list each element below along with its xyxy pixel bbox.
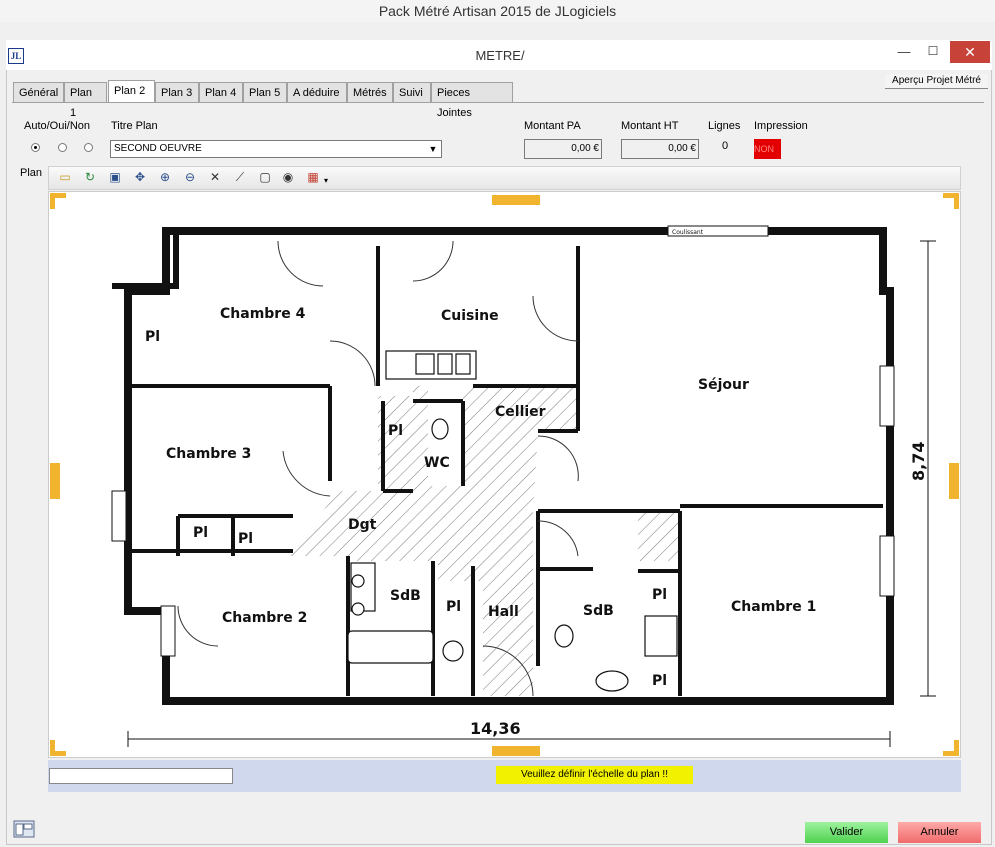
room-sdb-right: SdB (583, 603, 614, 619)
corner-handle-tr (943, 193, 959, 209)
radio-auto[interactable] (31, 143, 40, 152)
rectangle-icon[interactable]: ▢ (257, 169, 273, 185)
placard-label: Pl (388, 423, 403, 439)
montant-ht-field[interactable]: 0,00 € (621, 139, 699, 159)
app-title: Pack Métré Artisan 2015 de JLogiciels (0, 0, 995, 22)
plan-label: Plan (20, 167, 43, 179)
zoom-out-icon[interactable]: ⊖ (182, 169, 198, 185)
radio-oui[interactable] (58, 143, 67, 152)
edge-handle-left (50, 463, 60, 499)
placard-label: Pl (238, 531, 253, 547)
room-sejour: Séjour (698, 377, 749, 393)
apercu-projet-button[interactable]: Aperçu Projet Métré (885, 74, 988, 89)
tab-plan-4[interactable]: Plan 4 (199, 82, 243, 102)
room-cuisine: Cuisine (441, 308, 499, 324)
tab-plan-1[interactable]: Plan 1 (64, 82, 107, 119)
placard-label: Pl (446, 599, 461, 615)
tab-suivi[interactable]: Suivi (393, 82, 431, 102)
edge-handle-right (949, 463, 959, 499)
titre-plan-label: Titre Plan (111, 120, 158, 132)
palette-icon[interactable]: ▦ (305, 169, 321, 185)
tab-divider (12, 102, 984, 103)
coulissant-label: Coulissant (672, 229, 704, 236)
room-chambre-3: Chambre 3 (166, 446, 251, 462)
dimension-width: 14,36 (470, 719, 521, 738)
pan-icon[interactable]: ✥ (132, 169, 148, 185)
tab-plan-3[interactable]: Plan 3 (155, 82, 199, 102)
corner-handle-tl (50, 193, 66, 209)
room-chambre-2: Chambre 2 (222, 610, 307, 626)
room-wc: WC (424, 455, 450, 471)
room-dgt: Dgt (348, 517, 377, 533)
corner-handle-bl (50, 740, 66, 756)
minimize-button[interactable]: — (893, 44, 915, 62)
room-hall: Hall (488, 604, 519, 620)
corner-handle-br (943, 740, 959, 756)
placard-label: Pl (652, 673, 667, 689)
window-title: METRE/ (475, 48, 525, 63)
scale-warning-message: Veuillez définir l'échelle du plan !! (496, 766, 693, 784)
placard-label: Pl (145, 329, 160, 345)
folder-open-icon[interactable]: ▭ (57, 169, 73, 185)
close-button[interactable]: ✕ (950, 41, 990, 63)
montant-pa-label: Montant PA (524, 120, 581, 132)
dropdown-arrow-icon[interactable]: ▾ (324, 176, 328, 185)
placard-label: Pl (193, 525, 208, 541)
maximize-button[interactable]: ☐ (922, 44, 944, 62)
eye-icon[interactable]: ◉ (280, 169, 296, 185)
room-sdb-left: SdB (390, 588, 421, 604)
radio-non[interactable] (84, 143, 93, 152)
floorplan-drawing[interactable]: Chambre 4 Cuisine Séjour Cellier Chambre… (48, 191, 961, 758)
window-layout-icon[interactable] (13, 820, 35, 838)
progress-bar (49, 768, 233, 784)
app-logo-icon: JL (8, 48, 24, 64)
refresh-icon[interactable]: ↻ (82, 169, 98, 185)
annuler-button[interactable]: Annuler (898, 822, 981, 843)
tab-pieces-jointes[interactable]: Pieces Jointes (431, 82, 513, 119)
room-chambre-1: Chambre 1 (731, 599, 816, 615)
lignes-value: 0 (722, 140, 729, 152)
dimension-height: 8,74 (909, 442, 928, 481)
tab-a-deduire[interactable]: A déduire (287, 82, 347, 102)
edge-handle-bottom (492, 746, 540, 756)
fit-icon[interactable]: ▣ (107, 169, 123, 185)
zoom-in-icon[interactable]: ⊕ (157, 169, 173, 185)
circulation-hatch (283, 386, 678, 696)
edge-handle-top (492, 195, 540, 205)
tab-plan-2[interactable]: Plan 2 (108, 80, 155, 103)
measure-icon[interactable]: ⟋ (232, 169, 248, 185)
titre-plan-value: SECOND OEUVRE (114, 143, 202, 154)
impression-status-badge[interactable]: NON (754, 139, 781, 159)
tab-metres[interactable]: Métrés (347, 82, 393, 102)
impression-label: Impression (754, 120, 808, 132)
room-cellier: Cellier (495, 404, 546, 420)
room-chambre-4: Chambre 4 (220, 306, 306, 322)
valider-button[interactable]: Valider (805, 822, 888, 843)
tab-general[interactable]: Général (13, 82, 64, 102)
montant-pa-field[interactable]: 0,00 € (524, 139, 602, 159)
lignes-label: Lignes (708, 120, 741, 132)
montant-ht-label: Montant HT (621, 120, 679, 132)
chevron-down-icon[interactable]: ▼ (425, 141, 441, 157)
placard-label: Pl (652, 587, 667, 603)
auto-oui-non-label: Auto/Oui/Non (24, 120, 91, 132)
tab-plan-5[interactable]: Plan 5 (243, 82, 287, 102)
zoom-extents-icon[interactable]: ✕ (207, 169, 223, 185)
